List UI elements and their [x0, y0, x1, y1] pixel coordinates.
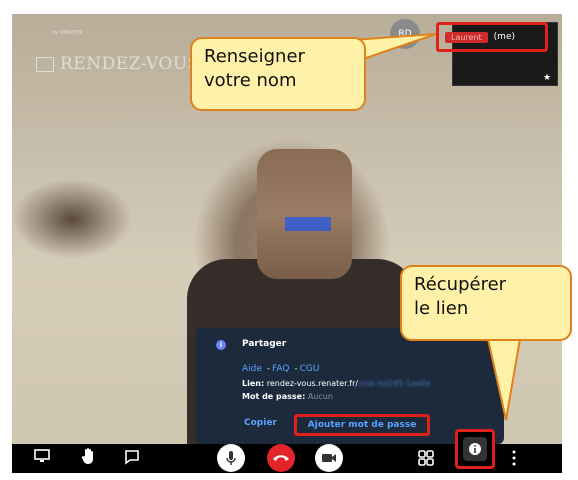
callout-link: Récupérer le lien — [400, 265, 572, 341]
callout-link-text: Récupérer le lien — [414, 274, 507, 319]
callout-name: Renseigner votre nom — [190, 37, 366, 111]
callout-name-text: Renseigner votre nom — [204, 46, 305, 91]
